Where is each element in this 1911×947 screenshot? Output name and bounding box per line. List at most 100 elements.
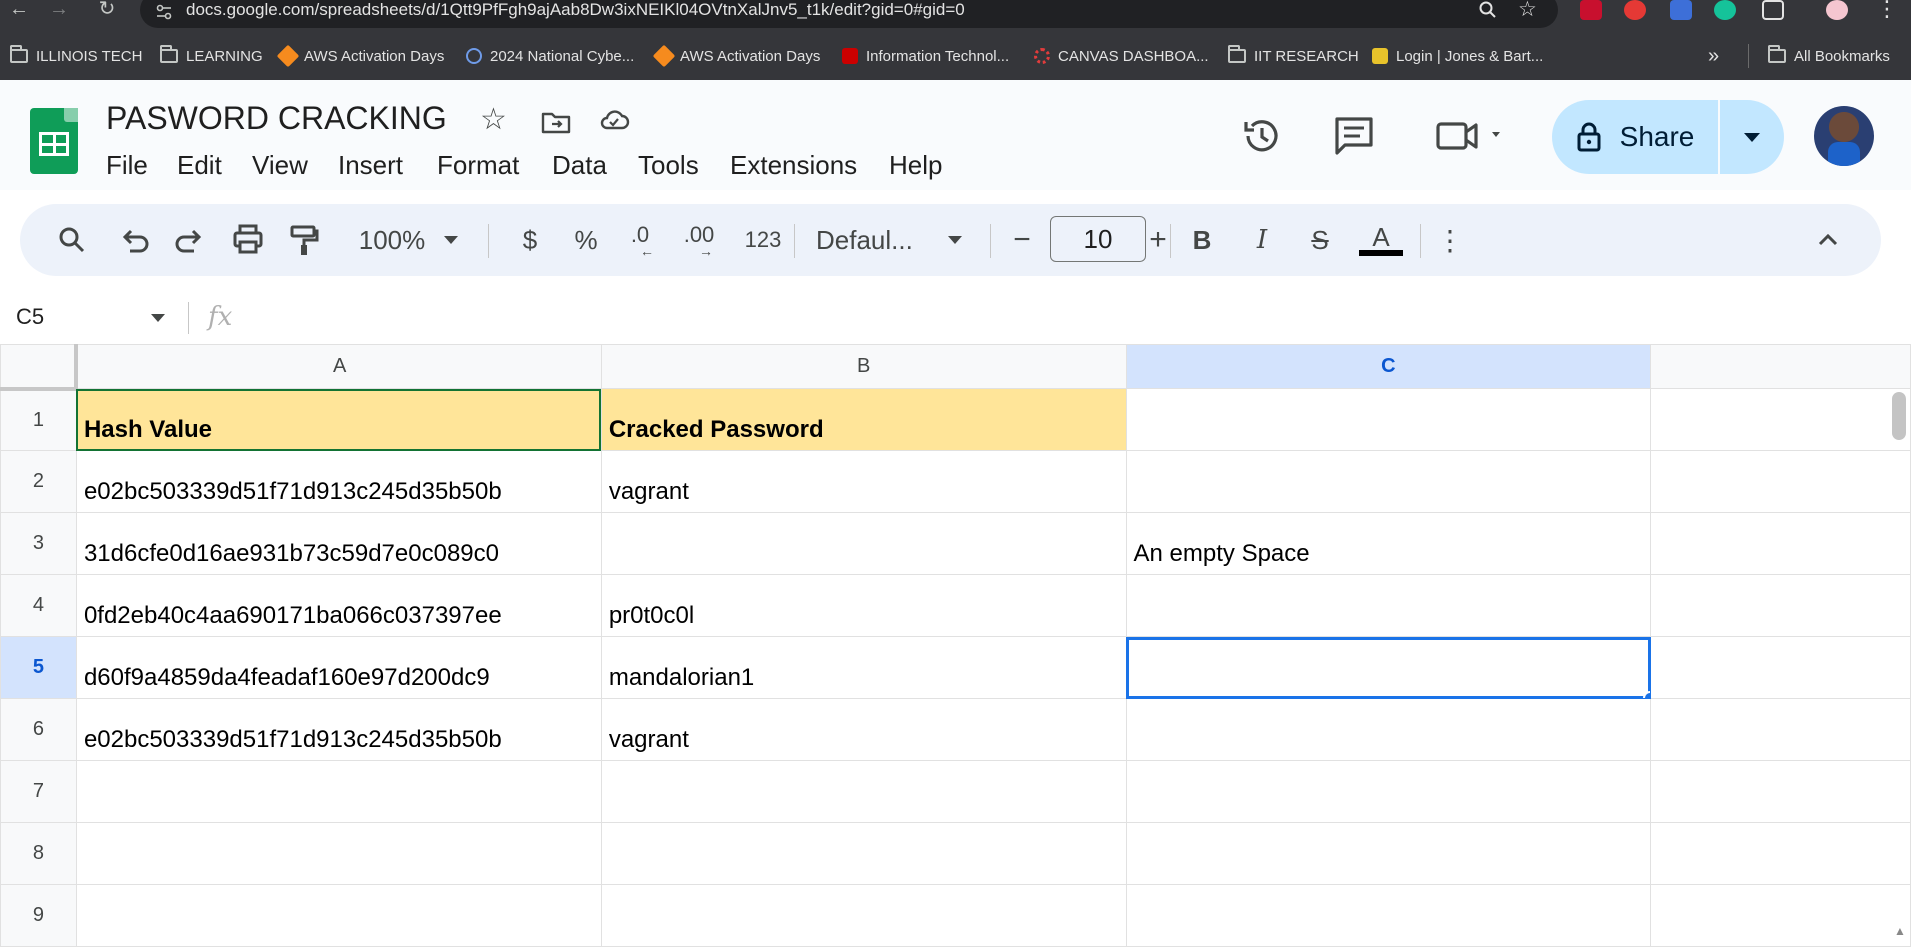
search-menus-icon[interactable] [52,204,92,276]
cell-a9[interactable] [75,884,602,947]
extension-mendeley-icon[interactable] [1580,0,1602,20]
bookmark-item[interactable]: LEARNING [160,45,263,67]
font-size-input[interactable]: 10 [1050,216,1146,262]
zoom-lens-icon[interactable] [1478,0,1498,20]
sheets-logo-icon[interactable] [30,108,78,174]
move-folder-icon[interactable] [540,106,572,138]
paint-format-icon[interactable] [284,204,324,276]
cell-a4[interactable]: 0fd2eb40c4aa690171ba066c037397ee [75,574,602,637]
menu-format[interactable]: Format [437,150,519,181]
column-header-c[interactable]: C [1125,344,1652,389]
bookmark-item[interactable]: Information Technol... [842,45,1009,67]
extension-blue-icon[interactable] [1670,0,1692,20]
bookmark-item[interactable]: IIT RESEARCH [1228,45,1359,67]
cell-a1[interactable]: Hash Value [75,388,602,451]
increase-decimal-button[interactable]: .00 → [674,204,724,276]
decrease-font-size-button[interactable]: − [1004,204,1040,276]
row-header[interactable]: 3 [0,512,77,575]
column-header-b[interactable]: B [600,344,1127,389]
bold-button[interactable]: B [1182,204,1222,276]
menu-file[interactable]: File [106,150,148,181]
format-percent-button[interactable]: % [566,204,606,276]
row-header[interactable]: 7 [0,760,77,823]
cell-b9[interactable] [600,884,1127,947]
meet-video-icon[interactable] [1434,114,1506,158]
site-info-icon[interactable] [154,2,174,22]
cell-c7[interactable] [1125,760,1652,823]
cell-d5[interactable] [1650,636,1911,699]
undo-icon[interactable] [114,204,154,276]
cell-b1[interactable]: Cracked Password [600,388,1127,451]
row-header[interactable]: 2 [0,450,77,513]
italic-button[interactable]: I [1242,204,1282,276]
row-header[interactable]: 1 [0,388,77,451]
menu-insert[interactable]: Insert [338,150,403,181]
bookmark-item[interactable]: Login | Jones & Bart... [1372,45,1543,67]
document-title[interactable]: PASWORD CRACKING [106,100,447,137]
cell-b2[interactable]: vagrant [600,450,1127,513]
column-header-a[interactable]: A [75,344,602,389]
cell-d4[interactable] [1650,574,1911,637]
cell-c4[interactable] [1125,574,1652,637]
column-header-d[interactable] [1650,344,1911,389]
vertical-scrollbar-thumb[interactable] [1892,392,1906,440]
text-color-button[interactable]: A [1358,204,1404,276]
bookmark-item[interactable]: ILLINOIS TECH [10,45,142,67]
reload-icon[interactable]: ↻ [96,0,118,22]
cell-c5-active[interactable] [1125,636,1652,699]
share-dropdown-chevron-icon[interactable] [1720,100,1784,174]
cell-d1[interactable] [1650,388,1911,451]
fill-handle[interactable] [1643,691,1650,698]
cell-b4[interactable]: pr0t0c0l [600,574,1127,637]
bookmark-item[interactable]: AWS Activation Days [652,44,820,68]
browser-menu-icon[interactable]: ⋮ [1876,0,1898,22]
cell-b7[interactable] [600,760,1127,823]
url-text[interactable]: docs.google.com/spreadsheets/d/1Qtt9PfFg… [186,0,965,20]
formula-input[interactable] [250,302,1850,334]
account-avatar[interactable] [1814,106,1874,166]
name-box-dropdown-icon[interactable] [148,308,168,328]
format-currency-button[interactable]: $ [510,204,550,276]
cell-a7[interactable] [75,760,602,823]
cell-c6[interactable] [1125,698,1652,761]
menu-extensions[interactable]: Extensions [730,150,857,181]
menu-view[interactable]: View [252,150,308,181]
extension-grammarly-icon[interactable] [1714,0,1736,20]
cell-c2[interactable] [1125,450,1652,513]
comments-icon[interactable] [1332,114,1376,158]
profile-icon[interactable] [1826,0,1848,20]
row-header[interactable]: 8 [0,822,77,885]
collapse-chevron-up-icon[interactable] [1808,204,1848,276]
menu-help[interactable]: Help [889,150,942,181]
version-history-icon[interactable] [1240,114,1284,158]
cell-a5[interactable]: d60f9a4859da4feadaf160e97d200dc9 [75,636,602,699]
cell-c9[interactable] [1125,884,1652,947]
row-header[interactable]: 6 [0,698,77,761]
extension-red-circle-icon[interactable] [1624,0,1646,20]
more-options-icon[interactable]: ⋮ [1432,204,1468,276]
row-header[interactable]: 9 [0,884,77,947]
bookmark-star-icon[interactable]: ☆ [1518,0,1537,22]
cell-b8[interactable] [600,822,1127,885]
cell-a8[interactable] [75,822,602,885]
select-all-corner[interactable] [0,344,79,391]
bookmark-item[interactable]: 2024 National Cybe... [466,45,634,67]
cell-c3[interactable]: An empty Space [1125,512,1652,575]
cell-d9[interactable] [1650,884,1911,947]
row-header[interactable]: 4 [0,574,77,637]
cloud-saved-icon[interactable] [598,104,630,136]
back-arrow-icon[interactable]: ← [8,0,30,22]
bookmark-item[interactable]: AWS Activation Days [276,44,444,68]
menu-data[interactable]: Data [552,150,607,181]
bookmark-item[interactable]: CANVAS DASHBOA... [1034,45,1209,67]
cell-b3[interactable] [600,512,1127,575]
cell-d8[interactable] [1650,822,1911,885]
cell-a2[interactable]: e02bc503339d51f71d913c245d35b50b [75,450,602,513]
name-box[interactable]: C5 [16,304,44,330]
font-dropdown-icon[interactable] [944,204,968,276]
more-formats-button[interactable]: 123 [738,204,788,276]
star-icon[interactable]: ☆ [480,104,512,136]
cell-b6[interactable]: vagrant [600,698,1127,761]
all-bookmarks-button[interactable]: All Bookmarks [1768,45,1890,67]
zoom-select[interactable]: 100% [352,204,432,276]
